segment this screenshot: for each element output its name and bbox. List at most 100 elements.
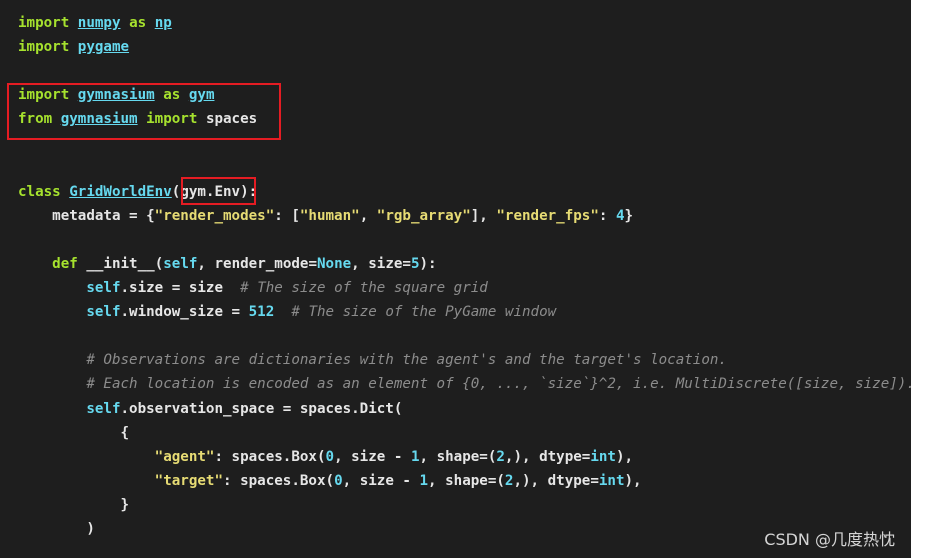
- code-text: ),: [624, 472, 642, 489]
- code-text: ,), dtype=: [513, 472, 599, 489]
- number-4: 4: [615, 207, 625, 224]
- keyword-self: self: [86, 304, 121, 321]
- code-line-metadata: metadata = {"render_modes": ["human", "r…: [18, 204, 911, 228]
- keyword-none: None: [317, 255, 352, 272]
- code-line-comment-2: # Each location is encoded as an element…: [18, 372, 911, 396]
- module-gymnasium-link[interactable]: gymnasium: [61, 111, 138, 127]
- code-line-init: def __init__(self, render_mode=None, siz…: [18, 252, 911, 276]
- alias-np-link[interactable]: np: [155, 15, 172, 31]
- code-line-agent: "agent": spaces.Box(0, size - 1, shape=(…: [18, 445, 911, 469]
- class-name-link[interactable]: GridWorldEnv: [69, 184, 172, 200]
- code-text: : spaces.Box(: [214, 448, 326, 465]
- param-render-mode: , render_mode=: [197, 255, 317, 272]
- code-line-brace-close: }: [18, 493, 911, 517]
- code-line-target: "target": spaces.Box(0, size - 1, shape=…: [18, 469, 911, 493]
- keyword-import: import: [18, 87, 70, 104]
- code-block[interactable]: import numpy as np import pygame import g…: [18, 11, 911, 541]
- code-line-5: from gymnasium import spaces: [18, 107, 911, 131]
- string-target: "target": [154, 472, 224, 489]
- keyword-as: as: [129, 15, 147, 31]
- assignment: .size = size: [120, 280, 241, 297]
- code-line-4: import gymnasium as gym: [18, 83, 911, 107]
- number-5: 5: [410, 255, 420, 272]
- number: 1: [419, 472, 429, 489]
- base-class: gym.Env: [180, 183, 241, 200]
- code-editor[interactable]: import numpy as np import pygame import g…: [0, 0, 911, 558]
- module-pygame-link[interactable]: pygame: [78, 39, 129, 55]
- string-render-modes: "render_modes": [154, 207, 275, 224]
- punct: ):: [419, 255, 437, 272]
- code-line-class: class GridWorldEnv(gym.Env):: [18, 180, 911, 204]
- punct: }: [624, 207, 634, 224]
- code-text: , shape=(: [419, 448, 497, 465]
- number: 2: [496, 448, 505, 465]
- metadata-lead: metadata = {: [18, 207, 155, 224]
- punct: (: [154, 255, 164, 272]
- module-gymnasium-link[interactable]: gymnasium: [78, 87, 155, 103]
- code-line-2: import pygame: [18, 35, 911, 59]
- keyword-from: from: [18, 111, 53, 128]
- code-line-size: self.size = size # The size of the squar…: [18, 276, 911, 300]
- code-text: ,), dtype=: [504, 448, 591, 465]
- csdn-watermark: CSDN @几度热忱: [764, 530, 895, 549]
- brace: }: [18, 496, 130, 513]
- vertical-scrollbar[interactable]: [911, 0, 925, 558]
- string-agent: "agent": [154, 448, 215, 465]
- keyword-self: self: [163, 255, 198, 272]
- code-line-comment-1: # Observations are dictionaries with the…: [18, 348, 911, 372]
- string-render-fps: "render_fps": [496, 207, 599, 224]
- code-line-brace-open: {: [18, 421, 911, 445]
- brace: {: [18, 424, 130, 441]
- keyword-self: self: [86, 400, 121, 417]
- code-text: : spaces.Box(: [223, 472, 335, 489]
- comment: # Each location is encoded as an element…: [18, 376, 911, 393]
- punct: ],: [470, 207, 497, 224]
- comment: # Observations are dictionaries with the…: [18, 352, 727, 369]
- keyword-import: import: [18, 39, 70, 56]
- string-rgb-array: "rgb_array": [376, 207, 471, 224]
- punct: :: [598, 207, 616, 224]
- code-line-1: import numpy as np: [18, 11, 911, 35]
- code-line-window-size: self.window_size = 512 # The size of the…: [18, 300, 911, 324]
- paren: ): [18, 520, 95, 537]
- code-text: , shape=(: [428, 472, 505, 489]
- punct: : [: [274, 207, 300, 224]
- keyword-def: def: [52, 255, 78, 272]
- code-text: , size -: [342, 472, 420, 489]
- keyword-import: import: [18, 15, 70, 31]
- keyword-import: import: [146, 111, 198, 128]
- function-name-init: __init__: [86, 255, 155, 272]
- builtin-int: int: [590, 448, 616, 465]
- assignment: .window_size =: [120, 304, 249, 321]
- keyword-as: as: [163, 87, 181, 104]
- builtin-int: int: [598, 472, 625, 489]
- code-text: ),: [615, 448, 634, 465]
- punct: ,: [359, 207, 377, 224]
- import-name-spaces: spaces: [205, 111, 258, 128]
- comment: # The size of the PyGame window: [291, 304, 557, 321]
- param-size: , size=: [351, 255, 411, 272]
- keyword-self: self: [86, 280, 121, 297]
- comment: # The size of the square grid: [240, 280, 488, 297]
- code-line-observation-space: self.observation_space = spaces.Dict(: [18, 397, 911, 421]
- module-numpy-link[interactable]: numpy: [78, 15, 121, 31]
- number: 0: [325, 448, 335, 465]
- code-text: , size -: [334, 448, 411, 465]
- assignment: .observation_space = spaces.Dict(: [120, 400, 403, 417]
- number: 0: [334, 472, 343, 489]
- number-512: 512: [248, 304, 275, 321]
- alias-gym-link[interactable]: gym: [189, 87, 215, 103]
- keyword-class: class: [18, 183, 61, 200]
- string-human: "human": [299, 207, 360, 224]
